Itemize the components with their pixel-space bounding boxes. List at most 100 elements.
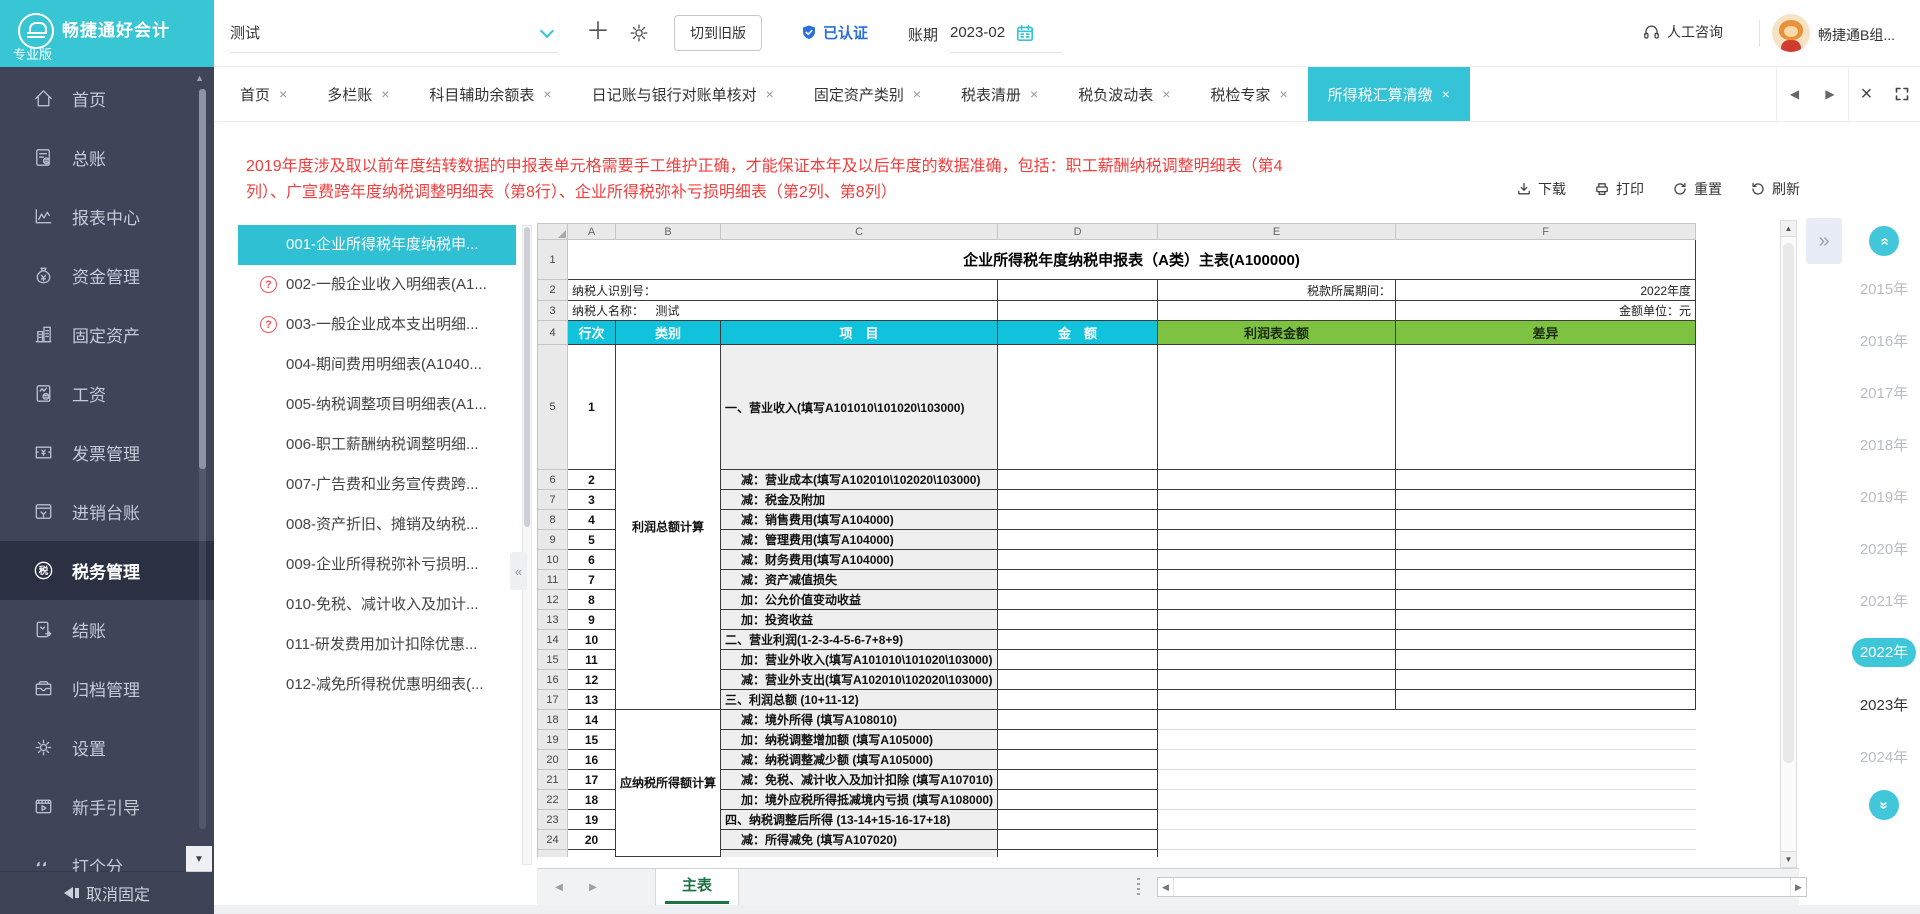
profit-cell[interactable] <box>1158 770 1396 790</box>
scroll-down-icon[interactable]: ▼ <box>1781 851 1796 867</box>
list-item[interactable]: 009-企业所得税弥补亏损明... <box>238 545 516 585</box>
line-no-cell[interactable]: 7 <box>568 570 616 590</box>
line-no-cell[interactable]: 19 <box>568 810 616 830</box>
tab-tax-expert[interactable]: 税检专家× <box>1190 67 1307 121</box>
close-icon[interactable]: × <box>279 86 287 102</box>
report-list-scrollbar[interactable] <box>522 225 532 865</box>
diff-cell[interactable] <box>1396 710 1696 730</box>
item-cell[interactable]: 加：投资收益 <box>721 610 998 630</box>
list-item[interactable]: ?003-一般企业成本支出明细... <box>238 305 516 345</box>
amount-cell[interactable] <box>998 710 1158 730</box>
item-cell[interactable]: 三、利润总额 (10+11-12) <box>721 690 998 710</box>
cell[interactable] <box>1158 301 1396 321</box>
line-no-cell[interactable]: 4 <box>568 510 616 530</box>
profit-cell[interactable] <box>1158 810 1396 830</box>
line-no-cell[interactable]: 3 <box>568 490 616 510</box>
user-name[interactable]: 畅捷通B组... <box>1818 25 1918 45</box>
line-no-cell[interactable]: 5 <box>568 530 616 550</box>
tax-period-label-cell[interactable]: 税款所属期间： <box>1158 280 1396 301</box>
item-cell[interactable]: 加：营业外收入(填写A101010\101020\103000) <box>721 650 998 670</box>
collapse-panel-icon[interactable]: « <box>510 552 527 590</box>
row-number[interactable]: 20 <box>538 750 568 770</box>
sidebar-item-general-ledger[interactable]: 总账 <box>0 128 214 187</box>
close-icon[interactable]: × <box>381 86 389 102</box>
tab-home[interactable]: 首页× <box>220 67 307 121</box>
header-profit-amount[interactable]: 利润表金额 <box>1158 321 1396 345</box>
amount-cell[interactable] <box>998 570 1158 590</box>
line-no-cell[interactable]: 6 <box>568 550 616 570</box>
amount-cell[interactable] <box>998 690 1158 710</box>
line-no-cell[interactable]: 15 <box>568 730 616 750</box>
item-cell[interactable]: 减：销售费用(填写A104000) <box>721 510 998 530</box>
year-item[interactable]: 2021年 <box>1848 574 1920 626</box>
list-item[interactable]: 004-期间费用明细表(A1040... <box>238 345 516 385</box>
row-number[interactable]: 22 <box>538 790 568 810</box>
line-no-cell[interactable]: 8 <box>568 590 616 610</box>
sheet-horizontal-scrollbar[interactable]: ◀ ▶ <box>1157 877 1807 897</box>
profit-cell[interactable] <box>1158 730 1396 750</box>
profit-cell[interactable] <box>1158 650 1396 670</box>
diff-cell[interactable] <box>1396 830 1696 850</box>
tab-multicolumn[interactable]: 多栏账× <box>307 67 409 121</box>
year-item-selected[interactable]: 2022年 <box>1848 626 1920 678</box>
profit-cell[interactable] <box>1158 790 1396 810</box>
amount-cell[interactable] <box>998 490 1158 510</box>
profit-cell[interactable] <box>1158 690 1396 710</box>
report-title-cell[interactable]: 企业所得税年度纳税申报表（A类）主表(A100000) <box>568 240 1696 280</box>
cell[interactable] <box>998 301 1158 321</box>
amount-cell[interactable] <box>998 750 1158 770</box>
profit-cell[interactable] <box>1158 530 1396 550</box>
sidebar-item-funds[interactable]: 资金管理 <box>0 246 214 305</box>
year-item[interactable]: 2024年 <box>1848 730 1920 782</box>
line-no-cell[interactable]: 12 <box>568 670 616 690</box>
diff-cell[interactable] <box>1396 770 1696 790</box>
amount-cell[interactable] <box>998 345 1158 470</box>
list-item[interactable]: 005-纳税调整项目明细表(A1... <box>238 385 516 425</box>
diff-cell[interactable] <box>1396 510 1696 530</box>
row-number[interactable]: 11 <box>538 570 568 590</box>
row-number[interactable]: 5 <box>538 345 568 470</box>
line-no-cell[interactable]: 20 <box>568 830 616 850</box>
item-cell[interactable] <box>721 850 998 857</box>
line-no-cell[interactable]: 13 <box>568 690 616 710</box>
amount-cell[interactable] <box>998 830 1158 850</box>
column-letter[interactable]: F <box>1396 224 1696 240</box>
row-number[interactable] <box>538 850 568 857</box>
sidebar-item-archive[interactable]: 归档管理 <box>0 659 214 718</box>
profit-cell[interactable] <box>1158 345 1396 470</box>
diff-cell[interactable] <box>1396 550 1696 570</box>
tab-scroll-left-icon[interactable]: ◀ <box>1776 67 1812 121</box>
header-category[interactable]: 类别 <box>616 321 721 345</box>
tax-period-value-cell[interactable]: 2022年度 <box>1396 280 1696 301</box>
cell[interactable] <box>998 280 1158 301</box>
sidebar-scrollbar-thumb[interactable] <box>199 89 206 469</box>
row-number[interactable]: 19 <box>538 730 568 750</box>
column-letter[interactable]: D <box>998 224 1158 240</box>
close-icon[interactable]: × <box>766 86 774 102</box>
diff-cell[interactable] <box>1396 850 1696 857</box>
amount-cell[interactable] <box>998 650 1158 670</box>
close-all-tabs-icon[interactable]: × <box>1848 67 1884 121</box>
diff-cell[interactable] <box>1396 790 1696 810</box>
row-number[interactable]: 24 <box>538 830 568 850</box>
item-cell[interactable]: 减：免税、减计收入及加计扣除 (填写A107010) <box>721 770 998 790</box>
line-no-cell[interactable]: 18 <box>568 790 616 810</box>
row-number[interactable]: 9 <box>538 530 568 550</box>
sidebar-item-report-center[interactable]: 报表中心 <box>0 187 214 246</box>
tab-subject-balance[interactable]: 科目辅助余额表× <box>409 67 571 121</box>
column-letter[interactable]: E <box>1158 224 1396 240</box>
sheet-vertical-scrollbar[interactable]: ▲ ▼ <box>1780 220 1797 868</box>
row-number[interactable]: 4 <box>538 321 568 345</box>
diff-cell[interactable] <box>1396 650 1696 670</box>
item-cell[interactable]: 减：财务费用(填写A104000) <box>721 550 998 570</box>
sidebar-scrollbar[interactable] <box>199 89 206 829</box>
row-number[interactable]: 17 <box>538 690 568 710</box>
column-letter[interactable]: B <box>616 224 721 240</box>
header-item[interactable]: 项 目 <box>721 321 998 345</box>
tab-journal-bank-check[interactable]: 日记账与银行对账单核对× <box>572 67 794 121</box>
unpin-sidebar-button[interactable]: 取消固定 <box>0 872 214 914</box>
taxpayer-name-cell[interactable]: 纳税人名称： 测试 <box>568 301 998 321</box>
amount-cell[interactable] <box>998 550 1158 570</box>
item-cell[interactable]: 减：营业外支出(填写A102010\102020\103000) <box>721 670 998 690</box>
line-no-cell[interactable]: 16 <box>568 750 616 770</box>
